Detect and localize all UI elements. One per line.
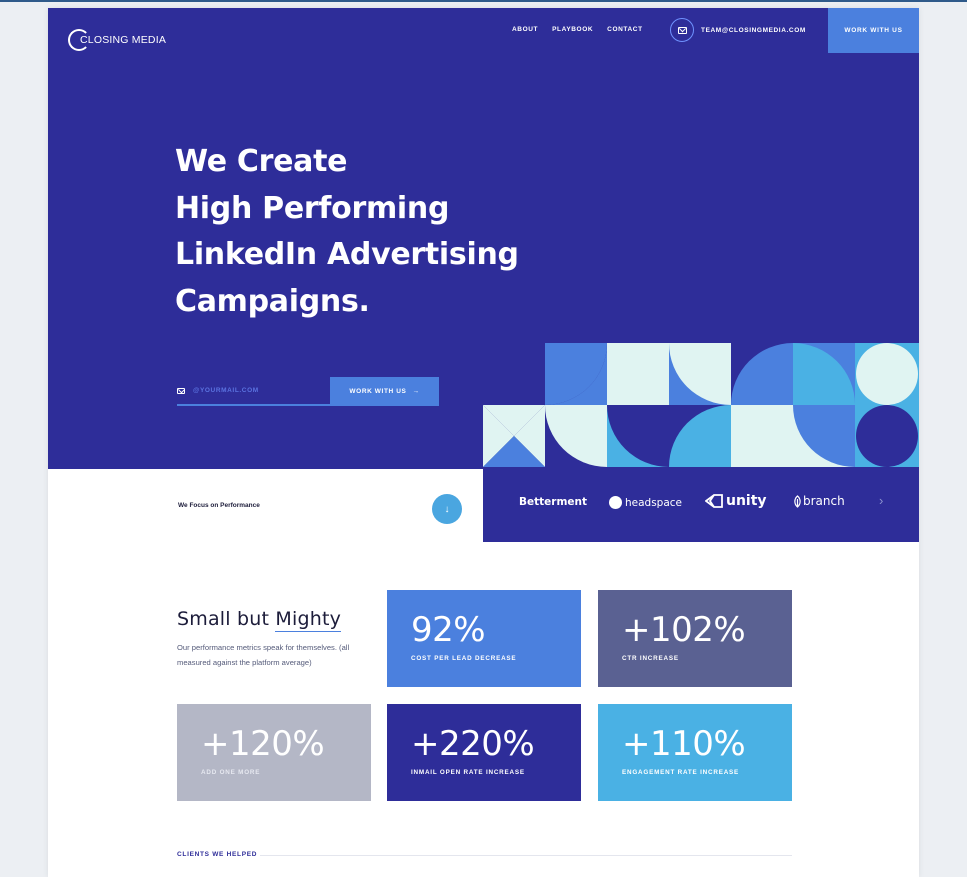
branch-leaf-icon xyxy=(794,494,801,508)
headspace-logo: headspace xyxy=(609,496,682,509)
stat-value: +220% xyxy=(411,724,535,764)
focus-text: We Focus on Performance xyxy=(178,502,260,509)
betterment-logo: Betterment xyxy=(519,496,587,508)
headspace-dot-icon xyxy=(609,496,622,509)
main-nav: ABOUT PLAYBOOK CONTACT xyxy=(512,26,643,33)
logo-text: CLOSING MEDIA xyxy=(80,34,167,46)
geometric-pattern-graphic xyxy=(483,343,919,467)
clients-divider xyxy=(260,855,792,856)
stats-section-title: Small but Mighty xyxy=(177,608,342,632)
stat-card-ctr: +102% CTR INCREASE xyxy=(598,590,792,687)
nav-playbook[interactable]: PLAYBOOK xyxy=(552,26,593,33)
stat-value: 92% xyxy=(411,610,486,650)
work-with-us-header-button[interactable]: WORK WITH US xyxy=(828,8,919,53)
headline-line-2: High Performing xyxy=(175,190,450,226)
title-prefix: Small but xyxy=(177,608,276,630)
betterment-logo-text: Betterment xyxy=(519,496,588,508)
arrow-down-icon: ↓ xyxy=(444,503,450,515)
stat-card-inmail-open-rate: +220% INMAIL OPEN RATE INCREASE xyxy=(387,704,581,801)
nav-contact[interactable]: CONTACT xyxy=(607,26,643,33)
scroll-down-button[interactable]: ↓ xyxy=(432,494,462,524)
headspace-logo-text: headspace xyxy=(625,496,683,509)
email-contact[interactable]: TEAM@CLOSINGMEDIA.COM xyxy=(670,18,806,42)
email-input[interactable] xyxy=(193,387,323,394)
stat-label: ENGAGEMENT RATE INCREASE xyxy=(622,769,740,776)
headline-line-1: We Create xyxy=(175,144,348,179)
unity-cube-icon xyxy=(705,494,723,508)
focus-row: We Focus on Performance ↓ xyxy=(48,469,483,542)
mail-icon xyxy=(670,18,694,42)
clients-section-label: CLIENTS WE HELPED xyxy=(177,851,258,858)
client-logos-strip: Betterment headspace unity branch › xyxy=(483,469,919,542)
stat-value: +102% xyxy=(622,610,746,650)
stat-card-engagement-rate: +110% ENGAGEMENT RATE INCREASE xyxy=(598,704,792,801)
logo[interactable]: CLOSING MEDIA xyxy=(68,27,166,53)
arrow-right-icon: → xyxy=(412,388,420,395)
stat-label: CTR INCREASE xyxy=(622,655,679,662)
branch-logo: branch xyxy=(793,494,845,508)
stat-label: COST PER LEAD DECREASE xyxy=(411,655,517,662)
hero-headline: We Create High Performing LinkedIn Adver… xyxy=(175,139,519,325)
stat-label: INMAIL OPEN RATE INCREASE xyxy=(411,769,525,776)
stat-label: ADD ONE MORE xyxy=(201,769,261,776)
hero-section: CLOSING MEDIA ABOUT PLAYBOOK CONTACT TEA… xyxy=(48,8,919,469)
work-with-us-label: WORK WITH US xyxy=(349,388,407,395)
mail-icon xyxy=(177,387,185,394)
landing-page: CLOSING MEDIA ABOUT PLAYBOOK CONTACT TEA… xyxy=(48,8,919,877)
work-with-us-button[interactable]: WORK WITH US → xyxy=(330,377,439,406)
stat-card-cost-per-lead: 92% COST PER LEAD DECREASE xyxy=(387,590,581,687)
branch-logo-text: branch xyxy=(803,494,845,508)
email-signup-form: WORK WITH US → xyxy=(177,377,439,407)
email-address[interactable]: TEAM@CLOSINGMEDIA.COM xyxy=(701,27,806,34)
browser-top-line xyxy=(0,0,967,2)
stat-value: +110% xyxy=(622,724,746,764)
chevron-right-icon[interactable]: › xyxy=(879,493,883,508)
unity-logo: unity xyxy=(705,493,767,509)
stat-card-add-one-more: +120% ADD ONE MORE xyxy=(177,704,371,801)
headline-line-4: Campaigns. xyxy=(175,283,370,319)
nav-about[interactable]: ABOUT xyxy=(512,26,538,33)
headline-line-3: LinkedIn Advertising xyxy=(175,237,519,272)
title-emphasis: Mighty xyxy=(275,608,342,632)
email-field[interactable] xyxy=(177,377,330,406)
stat-value: +120% xyxy=(201,724,325,764)
stats-section-subtitle: Our performance metrics speak for themse… xyxy=(177,643,350,667)
unity-logo-text: unity xyxy=(726,493,767,509)
